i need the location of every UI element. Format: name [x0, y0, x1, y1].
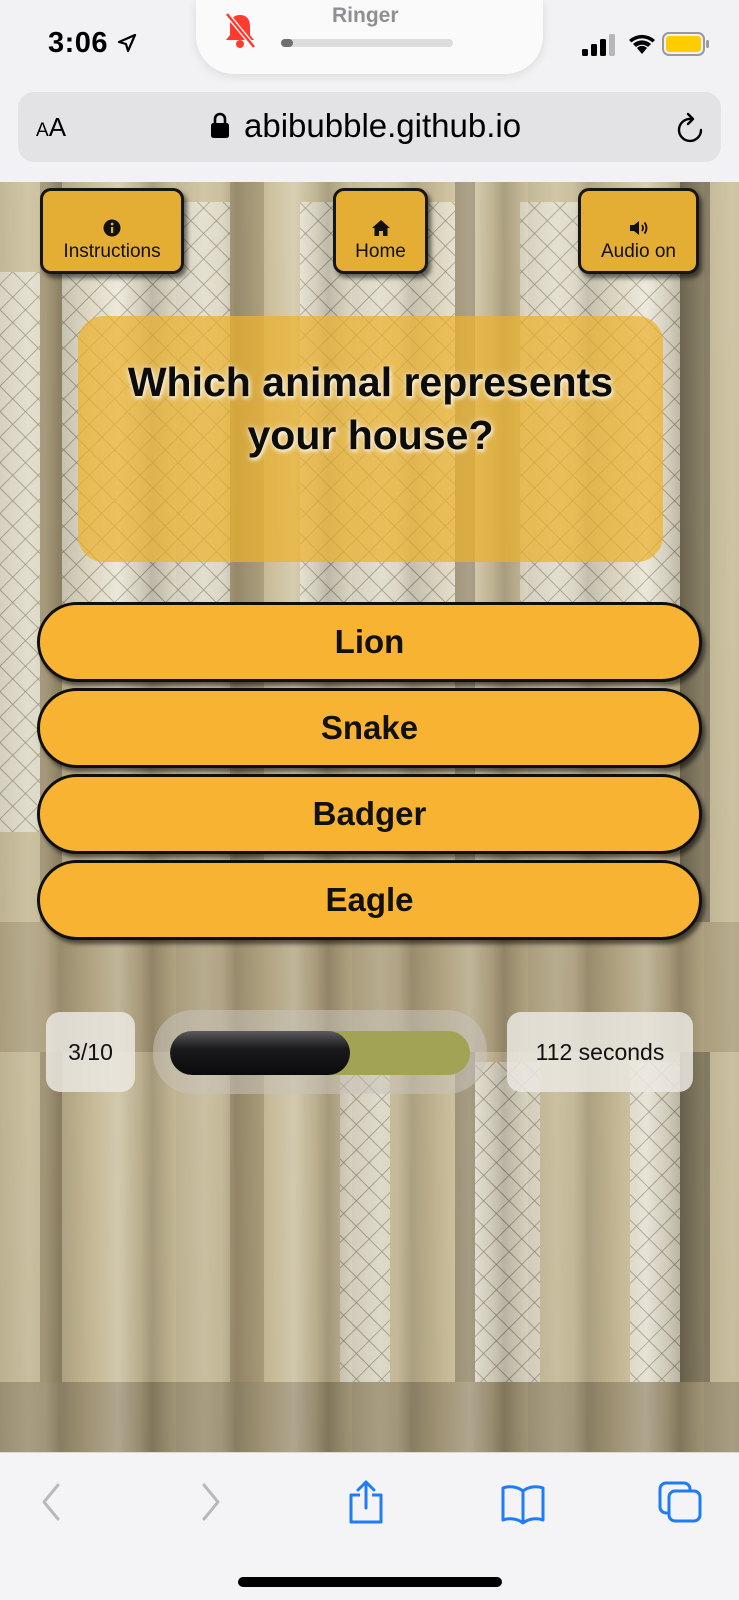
volume-icon — [629, 221, 647, 235]
text-size-large-label: A — [48, 112, 67, 142]
audio-toggle-button[interactable]: Audio on — [578, 188, 699, 274]
forward-icon[interactable] — [198, 1479, 224, 1525]
answer-button-4[interactable]: Eagle — [37, 860, 702, 940]
ringer-label: Ringer — [332, 4, 399, 27]
answer-button-1[interactable]: Lion — [37, 602, 702, 682]
tabs-icon[interactable] — [658, 1481, 702, 1523]
question-box: Which animal represents your house? — [78, 316, 663, 562]
progress-fill — [170, 1031, 350, 1075]
url-text[interactable]: abibubble.github.io — [244, 107, 521, 145]
status-bar: 3:06 Ringer — [0, 0, 739, 88]
text-size-button[interactable]: AA — [36, 112, 66, 143]
info-icon — [103, 219, 121, 237]
quiz-page: Instructions Home Audio on Which animal … — [0, 182, 739, 1452]
wifi-icon — [629, 34, 655, 54]
progress-bar — [153, 1010, 487, 1094]
ringer-volume-bar — [281, 39, 453, 47]
home-button[interactable]: Home — [333, 188, 428, 274]
instructions-label: Instructions — [63, 241, 161, 262]
bookmarks-icon[interactable] — [500, 1483, 546, 1525]
browser-toolbar — [0, 1452, 739, 1600]
signal-icon — [582, 34, 615, 56]
timer-display: 112 seconds — [507, 1012, 693, 1092]
question-text: Which animal represents your house? — [127, 359, 614, 458]
question-counter: 3/10 — [46, 1012, 135, 1092]
answer-button-2[interactable]: Snake — [37, 688, 702, 768]
battery-icon — [662, 32, 709, 56]
answer-button-3[interactable]: Badger — [37, 774, 702, 854]
home-icon — [371, 220, 390, 236]
location-arrow-icon — [117, 33, 137, 53]
lock-icon — [211, 112, 229, 138]
address-bar[interactable]: AA abibubble.github.io — [18, 92, 721, 162]
instructions-button[interactable]: Instructions — [40, 188, 184, 274]
home-label: Home — [355, 241, 406, 262]
home-indicator[interactable] — [238, 1577, 502, 1587]
back-icon[interactable] — [38, 1479, 64, 1525]
reload-icon[interactable] — [676, 112, 706, 144]
share-icon[interactable] — [348, 1479, 384, 1525]
progress-track — [170, 1031, 470, 1075]
ringer-indicator: Ringer — [196, 0, 543, 74]
bell-muted-icon — [225, 12, 256, 49]
audio-label: Audio on — [600, 241, 676, 262]
text-size-small-label: A — [36, 120, 49, 141]
ringer-volume-fill — [281, 39, 294, 47]
status-time: 3:06 — [48, 27, 109, 59]
